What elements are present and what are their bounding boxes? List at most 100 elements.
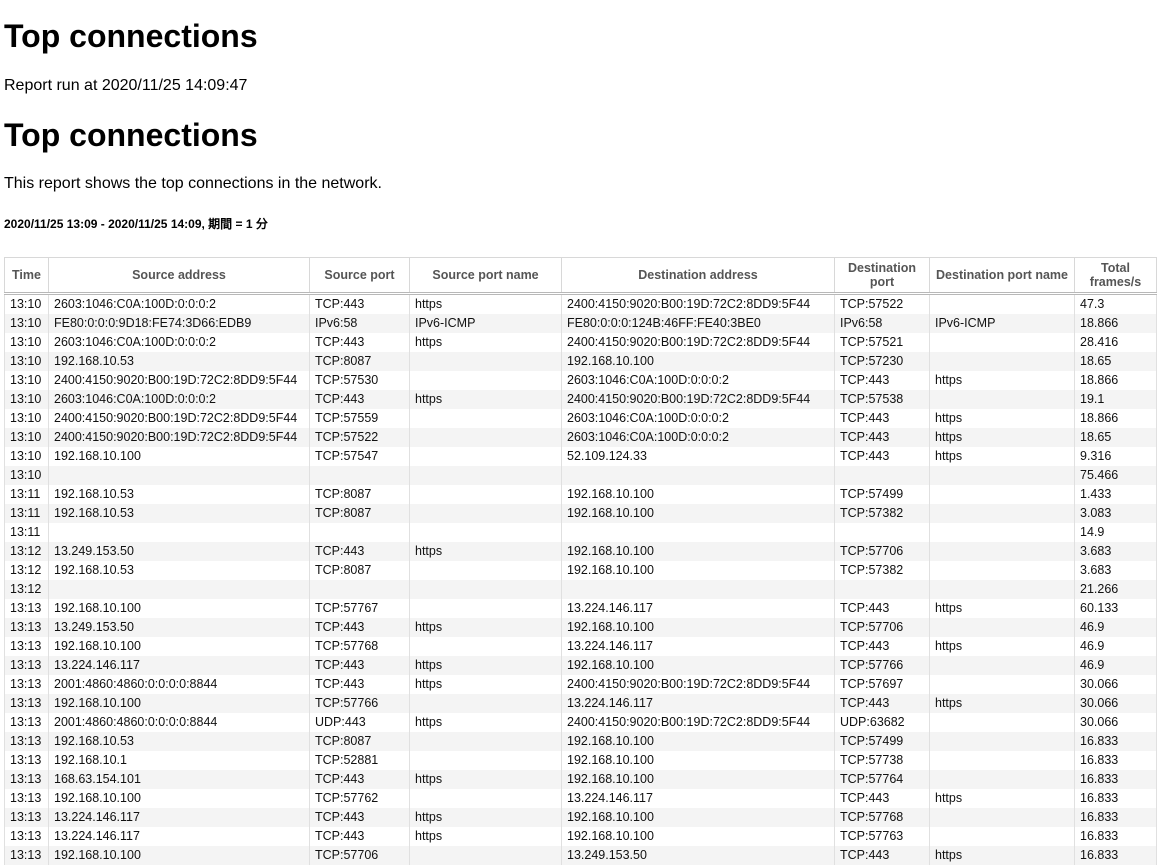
destination-port-cell: TCP:57382 [834,504,930,523]
time-cell: 13:12 [4,580,49,599]
table-row: 13:13 2001:4860:4860:0:0:0:0:8844 UDP:443 h… [4,713,1157,732]
table-row: 13:10 2603:1046:C0A:100D:0:0:0:2 TCP:443 ht… [4,333,1157,352]
column-header-destination-port[interactable]: Destination port [834,257,930,295]
source-address-cell: 2400:4150:9020:B00:19D:72C2:8DD9:5F44 [48,409,310,428]
source-port-name-cell: https [409,675,562,694]
column-header-source-port[interactable]: Source port [309,257,410,295]
source-port-cell: TCP:443 [309,827,410,846]
destination-address-cell: 192.168.10.100 [561,485,835,504]
destination-port-cell: TCP:443 [834,428,930,447]
total-frames-cell: 14.9 [1074,523,1157,542]
source-address-cell: 2001:4860:4860:0:0:0:0:8844 [48,675,310,694]
table-row: 13:10 2400:4150:9020:B00:19D:72C2:8DD9:5F… [4,409,1157,428]
destination-address-cell: 2603:1046:C0A:100D:0:0:0:2 [561,409,835,428]
table-row: 13:10 192.168.10.100 TCP:57547 52.109.124.3… [4,447,1157,466]
time-cell: 13:10 [4,447,49,466]
source-address-cell: 13.224.146.117 [48,656,310,675]
destination-port-cell: TCP:57230 [834,352,930,371]
source-port-cell: UDP:443 [309,713,410,732]
table-row: 13:13 13.224.146.117 TCP:443 https 192.168.1… [4,808,1157,827]
source-port-cell: TCP:443 [309,656,410,675]
destination-port-cell: TCP:57766 [834,656,930,675]
destination-port-name-cell [929,618,1075,637]
column-header-time[interactable]: Time [4,257,49,295]
table-row: 13:12 192.168.10.53 TCP:8087 192.168.10.100… [4,561,1157,580]
destination-port-name-cell [929,333,1075,352]
source-address-cell: 2400:4150:9020:B00:19D:72C2:8DD9:5F44 [48,371,310,390]
table-row: 13:11 192.168.10.53 TCP:8087 192.168.10.100… [4,485,1157,504]
time-cell: 13:11 [4,504,49,523]
source-port-cell: TCP:57547 [309,447,410,466]
total-frames-cell: 16.833 [1074,770,1157,789]
column-header-source-port-name[interactable]: Source port name [409,257,562,295]
source-port-name-cell [409,371,562,390]
total-frames-cell: 46.9 [1074,637,1157,656]
destination-address-cell: 192.168.10.100 [561,656,835,675]
table-row: 13:13 13.224.146.117 TCP:443 https 192.168.1… [4,656,1157,675]
destination-address-cell: 13.224.146.117 [561,694,835,713]
column-header-destination-address[interactable]: Destination address [561,257,835,295]
source-port-name-cell [409,846,562,865]
time-cell: 13:10 [4,428,49,447]
time-cell: 13:10 [4,466,49,485]
column-header-source-address[interactable]: Source address [48,257,310,295]
table-row: 13:11 14.9 [4,523,1157,542]
table-row: 13:13 192.168.10.100 TCP:57766 13.224.146.1… [4,694,1157,713]
source-port-cell: TCP:443 [309,770,410,789]
source-address-cell: 13.249.153.50 [48,542,310,561]
destination-port-cell: TCP:57538 [834,390,930,409]
destination-port-name-cell: https [929,846,1075,865]
source-port-name-cell [409,523,562,542]
destination-address-cell: 192.168.10.100 [561,618,835,637]
time-cell: 13:13 [4,713,49,732]
source-port-cell: TCP:8087 [309,504,410,523]
destination-port-name-cell [929,542,1075,561]
total-frames-cell: 18.65 [1074,428,1157,447]
source-port-cell: TCP:443 [309,808,410,827]
total-frames-cell: 46.9 [1074,656,1157,675]
time-cell: 13:10 [4,314,49,333]
source-port-name-cell: IPv6-ICMP [409,314,562,333]
table-row: 13:10 2603:1046:C0A:100D:0:0:0:2 TCP:443 ht… [4,293,1157,314]
connections-table: Time Source address Source port Source p… [4,257,1157,865]
time-cell: 13:11 [4,523,49,542]
source-address-cell [48,580,310,599]
destination-port-cell: IPv6:58 [834,314,930,333]
destination-port-name-cell [929,466,1075,485]
destination-address-cell: 192.168.10.100 [561,827,835,846]
total-frames-cell: 46.9 [1074,618,1157,637]
destination-port-cell: TCP:57706 [834,618,930,637]
source-port-name-cell [409,409,562,428]
time-cell: 13:13 [4,770,49,789]
destination-port-cell: TCP:57521 [834,333,930,352]
source-address-cell [48,523,310,542]
total-frames-cell: 47.3 [1074,293,1157,314]
destination-address-cell: 192.168.10.100 [561,504,835,523]
total-frames-cell: 16.833 [1074,732,1157,751]
destination-port-name-cell [929,390,1075,409]
column-header-total-frames[interactable]: Total frames/s [1074,257,1157,295]
destination-port-cell: UDP:63682 [834,713,930,732]
source-port-name-cell [409,694,562,713]
source-port-name-cell [409,732,562,751]
source-address-cell: 13.224.146.117 [48,808,310,827]
destination-port-cell: TCP:443 [834,637,930,656]
destination-address-cell: 2400:4150:9020:B00:19D:72C2:8DD9:5F44 [561,390,835,409]
destination-port-name-cell: https [929,428,1075,447]
destination-port-name-cell: https [929,637,1075,656]
section-title: Top connections [4,117,258,153]
total-frames-cell: 3.683 [1074,542,1157,561]
total-frames-cell: 21.266 [1074,580,1157,599]
source-port-name-cell: https [409,390,562,409]
total-frames-cell: 1.433 [1074,485,1157,504]
source-address-cell: 13.249.153.50 [48,618,310,637]
column-header-destination-port-name[interactable]: Destination port name [929,257,1075,295]
time-cell: 13:13 [4,846,49,865]
source-port-cell: TCP:52881 [309,751,410,770]
destination-port-name-cell: https [929,599,1075,618]
source-port-name-cell: https [409,656,562,675]
table-body: 13:10 2603:1046:C0A:100D:0:0:0:2 TCP:443 ht… [4,293,1157,865]
time-cell: 13:13 [4,637,49,656]
total-frames-cell: 30.066 [1074,675,1157,694]
table-row: 13:13 13.249.153.50 TCP:443 https 192.168.10… [4,618,1157,637]
